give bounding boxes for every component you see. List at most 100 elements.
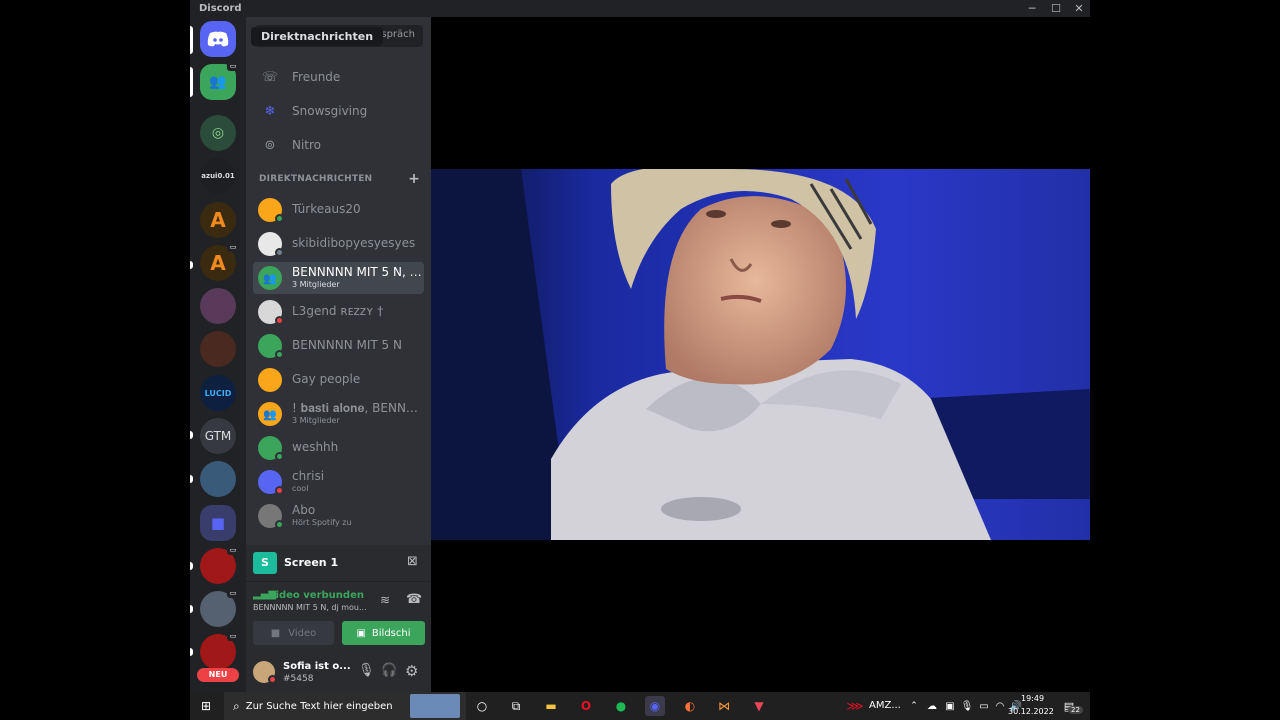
tray-cloud-icon[interactable]: ☁: [922, 696, 942, 716]
cortana-icon[interactable]: ○: [472, 696, 492, 716]
server-a-1[interactable]: A: [200, 202, 236, 238]
nav-nitro[interactable]: ⊚ Nitro: [253, 130, 424, 160]
spotify-icon[interactable]: ●: [611, 696, 631, 716]
dm-sidebar: Gespräch Direktnachrichten ☏ Freunde ❄ S…: [246, 17, 431, 692]
server-avatar-2[interactable]: [200, 331, 236, 367]
title-bar: Discord ─ ☐ ✕: [190, 0, 1090, 17]
file-explorer-icon[interactable]: ▬: [541, 696, 561, 716]
dm-item[interactable]: Gay people: [253, 364, 424, 396]
clock-date[interactable]: 30.12.2022: [1008, 707, 1054, 716]
task-view-icon[interactable]: ⧉: [506, 696, 526, 716]
search-icon: ⌕: [233, 698, 240, 713]
dm-item[interactable]: BENNNNN MIT 5 N: [253, 330, 424, 362]
voice-panel: ▂▄▆ Video verbunden BENNNNN MIT 5 N, dj …: [246, 581, 431, 651]
clock-time[interactable]: 19:49: [1021, 694, 1044, 703]
microphone-icon[interactable]: 🎙: [358, 663, 375, 678]
unread-dot: [190, 648, 193, 656]
tray-app-icon[interactable]: ⋙: [845, 696, 865, 716]
video-button-label: Video: [288, 627, 317, 639]
discord-taskbar-icon[interactable]: ◉: [645, 696, 665, 716]
windows-start-icon[interactable]: ⊞: [196, 696, 216, 716]
tooltip: Direktnachrichten: [251, 27, 384, 46]
server-icon-1[interactable]: ◎: [200, 115, 236, 151]
dm-item[interactable]: Abo Hört Spotify zu: [253, 500, 424, 532]
server-gtm[interactable]: GTM: [200, 418, 236, 454]
screen-share-badge-icon: ▭: [227, 588, 239, 598]
nav-nitro-label: Nitro: [292, 138, 322, 152]
selected-pill: [190, 26, 193, 54]
chevron-up-icon[interactable]: ⌃: [904, 696, 924, 716]
dm-name: Türkeaus20: [292, 202, 361, 216]
disconnect-icon[interactable]: ☎: [406, 592, 422, 607]
voice-status: Video verbunden: [268, 590, 364, 601]
dm-name: BENNNNN MIT 5 N: [292, 338, 402, 352]
home-button[interactable]: [200, 21, 236, 57]
dm-item[interactable]: skibidibopyesyesyes: [253, 228, 424, 260]
stop-stream-icon[interactable]: ⊠: [407, 554, 418, 569]
app-icon[interactable]: ⋈: [714, 696, 734, 716]
server-folder[interactable]: ■: [200, 505, 236, 541]
dm-subtitle: cool: [292, 484, 309, 493]
server-avatar-6[interactable]: ▭: [200, 631, 239, 670]
nav-snowsgiving[interactable]: ❄ Snowsgiving: [253, 96, 424, 126]
video-stream[interactable]: [431, 169, 1090, 540]
dm-item[interactable]: weshhh: [253, 432, 424, 464]
maximize-button[interactable]: ☐: [1046, 1, 1066, 16]
gear-icon[interactable]: ⚙: [405, 662, 418, 680]
opera-icon[interactable]: O: [576, 696, 596, 716]
server-avatar-5[interactable]: ▭: [200, 588, 239, 627]
dm-item[interactable]: 👥 ! 𝐛𝐚𝐬𝐭𝐢 𝐚𝐥𝐨𝐧𝐞, BENNN... 3 Mitglieder: [253, 398, 424, 430]
server-avatar-4[interactable]: ▭: [200, 545, 239, 584]
unread-dot: [190, 431, 193, 439]
dm-header-label: DIREKTNACHRICHTEN: [259, 174, 373, 184]
dm-subtitle: 3 Mitglieder: [292, 416, 340, 425]
avatar: [258, 368, 282, 392]
close-button[interactable]: ✕: [1069, 1, 1089, 16]
dm-item[interactable]: chrisi cool: [253, 466, 424, 498]
user-status-dot: [268, 675, 277, 684]
nav-friends-label: Freunde: [292, 70, 341, 84]
unread-dot: [190, 562, 193, 570]
tray-label[interactable]: AMZ...: [869, 700, 901, 711]
screen-share-button[interactable]: ▣ Bildschi: [342, 621, 425, 645]
server-list: 👥 ▭ ◎ azui0.01 A A ▭ LUCID GTM ■ ▭ ▭ ▭ N…: [190, 17, 246, 692]
status-dot: [275, 350, 284, 359]
dm-name: weshhh: [292, 440, 339, 454]
unread-dot: [190, 605, 193, 613]
screen-share-icon: ▣: [356, 627, 366, 639]
status-dot: [275, 520, 284, 529]
pocket-icon[interactable]: ▼: [749, 696, 769, 716]
taskbar-search-input[interactable]: ⌕ Zur Suche Text hier eingeben: [224, 692, 466, 720]
voice-channel[interactable]: BENNNNN MIT 5 N, dj mou...: [253, 603, 368, 612]
folder-icon: ■: [210, 514, 226, 532]
stream-panel: S Screen 1 ⊠: [246, 545, 431, 581]
user-name: Sofia ist o...: [283, 661, 351, 672]
minimize-button[interactable]: ─: [1022, 1, 1042, 16]
dm-name: Gay people: [292, 372, 361, 386]
avatar: 👥: [258, 266, 282, 290]
dm-item[interactable]: 👥 BENNNNN MIT 5 N, dj... 3 Mitglieder: [253, 262, 424, 294]
headphones-icon[interactable]: 🎧: [381, 663, 397, 678]
dm-item[interactable]: L3gend ʀᴇᴢᴢʏ †: [253, 296, 424, 328]
dm-header: DIREKTNACHRICHTEN +: [259, 171, 420, 187]
server-avatar-3[interactable]: [200, 461, 236, 497]
status-dot: [275, 452, 284, 461]
server-lucid[interactable]: LUCID: [200, 375, 236, 411]
dm-subtitle: Hört Spotify zu: [292, 518, 352, 527]
video-button[interactable]: ■ Video: [253, 621, 334, 645]
firefox-icon[interactable]: ◐: [680, 696, 700, 716]
dm-item[interactable]: Türkeaus20: [253, 194, 424, 226]
server-group-call[interactable]: 👥 ▭: [200, 61, 239, 100]
server-a-2[interactable]: A ▭: [200, 242, 239, 281]
screen-share-badge-icon: ▭: [227, 242, 239, 252]
create-dm-plus-icon[interactable]: +: [408, 171, 420, 187]
nav-friends[interactable]: ☏ Freunde: [253, 62, 424, 92]
avatar: 👥: [258, 402, 282, 426]
server-azui[interactable]: azui0.01: [200, 158, 236, 194]
server-avatar-1[interactable]: [200, 288, 236, 324]
friends-icon: ☏: [261, 69, 279, 85]
noise-suppression-icon[interactable]: ≋: [380, 593, 390, 607]
group-icon: 👥: [209, 74, 227, 90]
unread-dot: [190, 475, 193, 483]
status-dot: [275, 316, 284, 325]
